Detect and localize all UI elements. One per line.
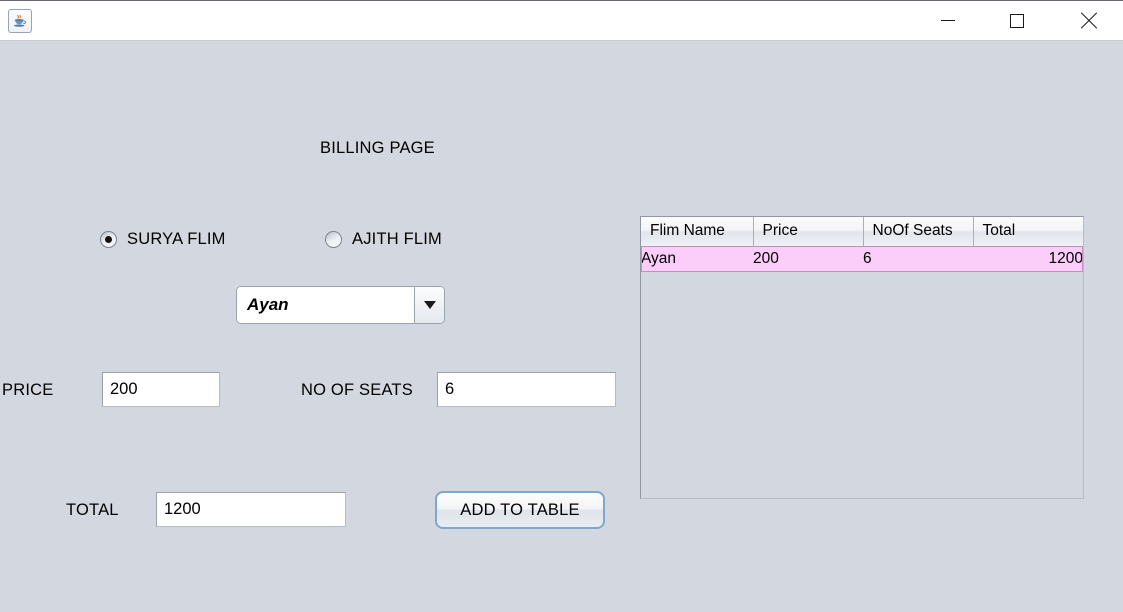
close-button[interactable] — [1065, 1, 1111, 40]
column-header-noof-seats[interactable]: NoOf Seats — [863, 217, 973, 246]
title-bar — [0, 1, 1123, 41]
table-header-row: Flim Name Price NoOf Seats Total — [641, 217, 1083, 246]
no-of-seats-input[interactable]: 6 — [437, 372, 616, 407]
table-row[interactable]: Ayan 200 6 1200 — [641, 246, 1083, 272]
radio-surya-flim-label: SURYA FLIM — [127, 230, 226, 249]
total-label: TOTAL — [66, 501, 119, 520]
java-coffee-cup-icon — [8, 9, 32, 33]
radio-ajith-flim[interactable]: AJITH FLIM — [325, 230, 442, 249]
maximize-icon — [1010, 14, 1024, 28]
total-input[interactable]: 1200 — [156, 492, 346, 527]
billing-table-header: Flim Name Price NoOf Seats Total — [641, 217, 1083, 246]
cell-total: 1200 — [973, 246, 1083, 272]
application-window: BILLING PAGE SURYA FLIM AJITH FLIM Ayan … — [0, 0, 1123, 611]
radio-ajith-flim-label: AJITH FLIM — [352, 230, 442, 249]
movie-select-value: Ayan — [237, 287, 414, 323]
minimize-button[interactable] — [925, 1, 971, 40]
billing-table: Flim Name Price NoOf Seats Total Ayan 20… — [641, 217, 1083, 272]
price-input[interactable]: 200 — [102, 372, 220, 407]
content-pane: BILLING PAGE SURYA FLIM AJITH FLIM Ayan … — [0, 41, 1123, 612]
cell-price: 200 — [753, 246, 863, 272]
chevron-down-icon — [424, 301, 436, 309]
close-icon — [1079, 11, 1098, 30]
add-to-table-button[interactable]: ADD TO TABLE — [435, 491, 605, 529]
radio-selected-icon — [100, 231, 117, 248]
billing-table-scrollpane[interactable]: Flim Name Price NoOf Seats Total Ayan 20… — [640, 216, 1084, 499]
page-title: BILLING PAGE — [320, 139, 435, 158]
no-of-seats-label: NO OF SEATS — [301, 381, 413, 400]
column-header-film-name[interactable]: Flim Name — [641, 217, 753, 246]
radio-surya-flim[interactable]: SURYA FLIM — [100, 230, 226, 249]
cell-film-name: Ayan — [641, 246, 753, 272]
combobox-arrow-button[interactable] — [414, 287, 444, 323]
maximize-button[interactable] — [994, 1, 1040, 40]
column-header-price[interactable]: Price — [753, 217, 863, 246]
price-label: PRICE — [2, 381, 53, 400]
radio-unselected-icon — [325, 231, 342, 248]
minimize-icon — [941, 20, 955, 21]
column-header-total[interactable]: Total — [973, 217, 1083, 246]
cell-noof-seats: 6 — [863, 246, 973, 272]
billing-table-body: Ayan 200 6 1200 — [641, 246, 1083, 272]
movie-select-combobox[interactable]: Ayan — [236, 286, 445, 324]
